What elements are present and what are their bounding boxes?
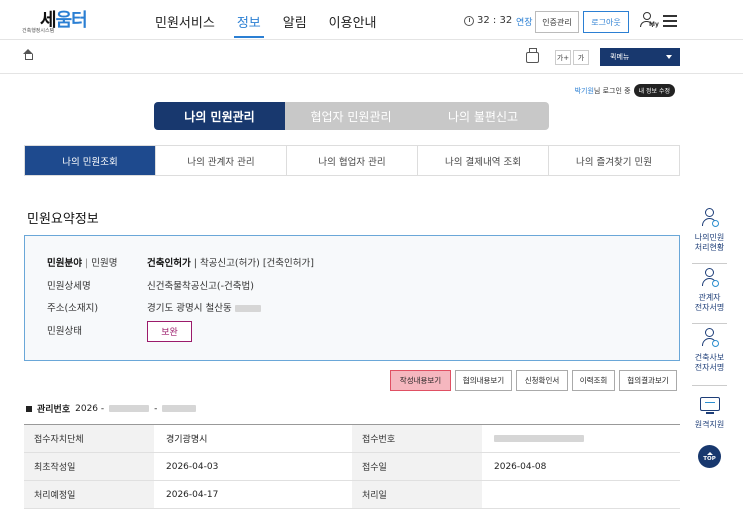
tab-my-complaint[interactable]: 나의 불편신고 bbox=[417, 102, 549, 130]
header: 세움터 건축행정시스템 민원서비스 정보 알림 이용안내 32 : 32 연장 … bbox=[0, 0, 743, 40]
masked-value bbox=[162, 405, 197, 412]
subtab-payment-history[interactable]: 나의 결제내역 조회 bbox=[417, 146, 548, 175]
tab-collaborator-civil[interactable]: 협업자 민원관리 bbox=[285, 102, 417, 130]
logout-button[interactable]: 로그아웃 bbox=[583, 11, 629, 33]
home-icon[interactable] bbox=[23, 49, 33, 62]
cert-manage-button[interactable]: 인증관리 bbox=[535, 11, 579, 33]
font-increase-button[interactable]: 가+ bbox=[555, 50, 571, 65]
user-name: 박기원 bbox=[574, 86, 594, 95]
summary-row-field: 민원분야 | 민원명 건축인허가 | 착공신고(허가) [건축인허가] bbox=[47, 258, 314, 269]
sub-tabs: 나의 민원조회 나의 관계자 관리 나의 협업자 관리 나의 결제내역 조회 나… bbox=[24, 145, 680, 176]
subtab-civil-inquiry[interactable]: 나의 민원조회 bbox=[25, 146, 155, 175]
summary-row-status: 민원상태 bbox=[47, 326, 82, 337]
extend-session-link[interactable]: 연장 bbox=[516, 15, 533, 28]
font-decrease-button[interactable]: 가 bbox=[573, 50, 589, 65]
nav-info[interactable]: 정보 bbox=[233, 12, 264, 38]
masked-value bbox=[234, 305, 261, 312]
utility-bar: 가+ 가 퀵메뉴 bbox=[0, 41, 743, 74]
table-row: 접수자치단체 경기광명시 접수번호 bbox=[24, 425, 680, 453]
clock-icon bbox=[464, 15, 474, 26]
action-buttons: 작성내용보기 협의내용보기 신청확인서 이력조회 협의결과보기 bbox=[390, 370, 677, 391]
timer-value: 32 : 32 bbox=[477, 15, 513, 26]
person-sign-icon bbox=[700, 328, 720, 350]
side-item-related-sign[interactable]: 관계자 전자서명 bbox=[688, 268, 731, 313]
person-check-icon bbox=[700, 208, 720, 230]
status-badge[interactable]: 보완 bbox=[147, 321, 192, 342]
divider bbox=[692, 263, 727, 264]
section-title: 민원요약정보 bbox=[27, 212, 99, 227]
summary-box: 민원분야 | 민원명 건축인허가 | 착공신고(허가) [건축인허가] 민원상세… bbox=[24, 235, 680, 361]
logo-subtitle: 건축행정시스템 bbox=[22, 28, 55, 34]
nav-notice[interactable]: 알림 bbox=[283, 12, 307, 38]
masked-value bbox=[494, 435, 584, 442]
session-timer: 32 : 32 bbox=[464, 15, 512, 26]
consult-result-button[interactable]: 협의결과보기 bbox=[619, 370, 677, 391]
main-nav: 민원서비스 정보 알림 이용안내 bbox=[155, 12, 377, 38]
logo[interactable]: 세움터 건축행정시스템 bbox=[22, 6, 102, 36]
view-consult-button[interactable]: 협의내용보기 bbox=[455, 370, 512, 391]
table-row: 최초작성일 2026-04-03 접수일 2026-04-08 bbox=[24, 453, 680, 481]
quick-menu-select[interactable]: 퀵메뉴 bbox=[600, 48, 680, 66]
login-status: 박기원님 로그인 중 내 정보 수정 bbox=[575, 84, 675, 97]
subtab-favorites[interactable]: 나의 즐겨찾기 민원 bbox=[548, 146, 679, 175]
nav-civil-service[interactable]: 민원서비스 bbox=[155, 12, 215, 38]
nav-guide[interactable]: 이용안내 bbox=[329, 12, 377, 38]
my-page-icon[interactable]: My bbox=[640, 11, 659, 31]
hamburger-menu-icon[interactable] bbox=[663, 15, 677, 27]
scroll-top-button[interactable]: TOP bbox=[698, 445, 721, 468]
side-item-remote-support[interactable]: 원격지원 bbox=[688, 395, 731, 430]
subtab-collaborator[interactable]: 나의 협업자 관리 bbox=[286, 146, 417, 175]
side-item-civil-status[interactable]: 나의민원 처리현황 bbox=[688, 208, 731, 253]
square-bullet-icon bbox=[26, 405, 32, 412]
divider bbox=[692, 385, 727, 386]
tab-my-civil[interactable]: 나의 민원관리 bbox=[154, 102, 285, 130]
receipt-button[interactable]: 신청확인서 bbox=[516, 370, 568, 391]
divider bbox=[692, 323, 727, 324]
management-number: 관리번호 2026 - - bbox=[26, 402, 197, 415]
print-icon[interactable] bbox=[526, 48, 539, 63]
subtab-related-person[interactable]: 나의 관계자 관리 bbox=[155, 146, 286, 175]
masked-value bbox=[109, 405, 150, 412]
main-tabs: 나의 민원관리 협업자 민원관리 나의 불편신고 bbox=[154, 102, 549, 130]
side-item-architect-sign[interactable]: 건축사보 전자서명 bbox=[688, 328, 731, 373]
monitor-icon bbox=[699, 395, 720, 417]
history-button[interactable]: 이력조회 bbox=[572, 370, 615, 391]
view-written-button[interactable]: 작성내용보기 bbox=[390, 370, 451, 391]
summary-row-detail: 민원상세명 신건축물착공신고(-건축법) bbox=[47, 281, 254, 292]
edit-profile-button[interactable]: 내 정보 수정 bbox=[633, 84, 675, 97]
summary-row-address: 주소(소재지) 경기도 광명시 철산동 bbox=[47, 300, 261, 314]
table-row: 처리예정일 2026-04-17 처리일 bbox=[24, 481, 680, 509]
info-table: 접수자치단체 경기광명시 접수번호 최초작성일 2026-04-03 접수일 2… bbox=[24, 424, 680, 509]
chevron-down-icon bbox=[666, 55, 672, 59]
person-sign-icon bbox=[700, 268, 720, 290]
